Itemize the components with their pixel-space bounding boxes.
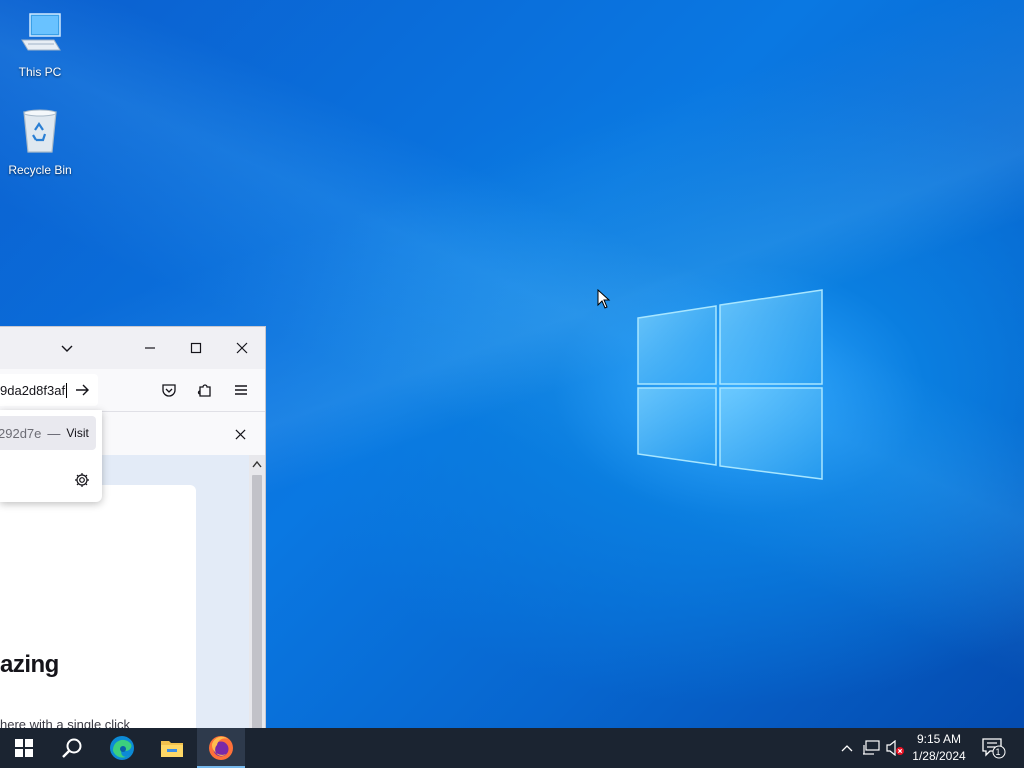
- pocket-button[interactable]: [159, 380, 179, 400]
- puzzle-icon: [197, 384, 211, 397]
- start-button[interactable]: [0, 728, 48, 768]
- title-bar: [0, 327, 265, 369]
- search-button[interactable]: [48, 728, 96, 768]
- mouse-cursor-icon: [597, 289, 611, 309]
- notification-close-button[interactable]: [230, 424, 250, 444]
- volume-tray-button[interactable]: [884, 728, 906, 768]
- gear-icon: [75, 473, 89, 487]
- start-icon: [15, 739, 33, 757]
- taskbar-file-explorer[interactable]: [148, 728, 196, 768]
- taskbar-edge[interactable]: [98, 728, 146, 768]
- content-card: azing here with a single click: [0, 485, 196, 729]
- computer-icon: [21, 13, 61, 51]
- search-settings-button[interactable]: [72, 470, 92, 490]
- edge-icon: [110, 736, 134, 760]
- vertical-scrollbar[interactable]: [249, 455, 265, 729]
- suggestion-action: Visit: [66, 426, 89, 440]
- windows-logo-wallpaper: [637, 289, 823, 480]
- search-icon: [62, 738, 82, 758]
- chevron-down-icon: [61, 345, 73, 352]
- network-tray-button[interactable]: [860, 728, 882, 768]
- close-button[interactable]: [228, 335, 256, 361]
- extensions-button[interactable]: [195, 380, 215, 400]
- scroll-thumb[interactable]: [252, 475, 262, 729]
- card-heading: azing: [0, 651, 59, 678]
- suggestion-separator: —: [47, 425, 61, 441]
- close-icon: [236, 342, 248, 354]
- maximize-icon: [190, 342, 202, 354]
- hamburger-menu-icon: [235, 385, 247, 395]
- clock-date: 1/28/2024: [912, 749, 966, 763]
- chevron-up-icon: [252, 460, 262, 468]
- desktop-icon-label: This PC: [18, 65, 62, 79]
- network-icon: [863, 740, 880, 755]
- url-text: 9da2d8f3af: [0, 382, 66, 398]
- firefox-icon: [209, 736, 233, 760]
- suggestion-row[interactable]: 292d7e — Visit: [0, 416, 96, 450]
- menu-button[interactable]: [231, 380, 251, 400]
- desktop-icon-this-pc[interactable]: This PC: [0, 10, 80, 79]
- show-hidden-icons-button[interactable]: [838, 728, 856, 768]
- firefox-window: 9da2d8f3af azing here with a single clic…: [0, 326, 266, 729]
- go-button[interactable]: [72, 380, 92, 400]
- close-icon: [234, 428, 246, 440]
- file-explorer-icon: [161, 741, 183, 757]
- taskbar: 9:15 AM 1/28/2024 1: [0, 728, 1024, 768]
- desktop-icon-recycle-bin[interactable]: Recycle Bin: [0, 108, 80, 177]
- text-caret: [66, 382, 68, 398]
- maximize-button[interactable]: [182, 335, 210, 361]
- arrow-right-icon: [76, 384, 89, 396]
- minimize-icon: [145, 347, 155, 349]
- volume-muted-icon: [886, 740, 904, 756]
- chevron-up-icon: [841, 745, 853, 752]
- list-tabs-button[interactable]: [53, 335, 81, 361]
- clock[interactable]: 9:15 AM 1/28/2024: [905, 731, 973, 765]
- url-suggestions-dropdown: 292d7e — Visit: [0, 410, 102, 502]
- pocket-icon: [162, 384, 176, 397]
- clock-time: 9:15 AM: [916, 732, 962, 746]
- suggestion-url: 292d7e: [0, 425, 42, 441]
- recycle-bin-icon: [23, 109, 57, 153]
- scroll-up-button[interactable]: [249, 455, 265, 473]
- taskbar-firefox[interactable]: [197, 728, 245, 768]
- action-center-button[interactable]: 1: [980, 728, 1008, 768]
- minimize-button[interactable]: [136, 335, 164, 361]
- desktop-icon-label: Recycle Bin: [8, 163, 72, 177]
- navigation-toolbar: 9da2d8f3af: [0, 369, 265, 411]
- notification-count: 1: [995, 747, 1001, 757]
